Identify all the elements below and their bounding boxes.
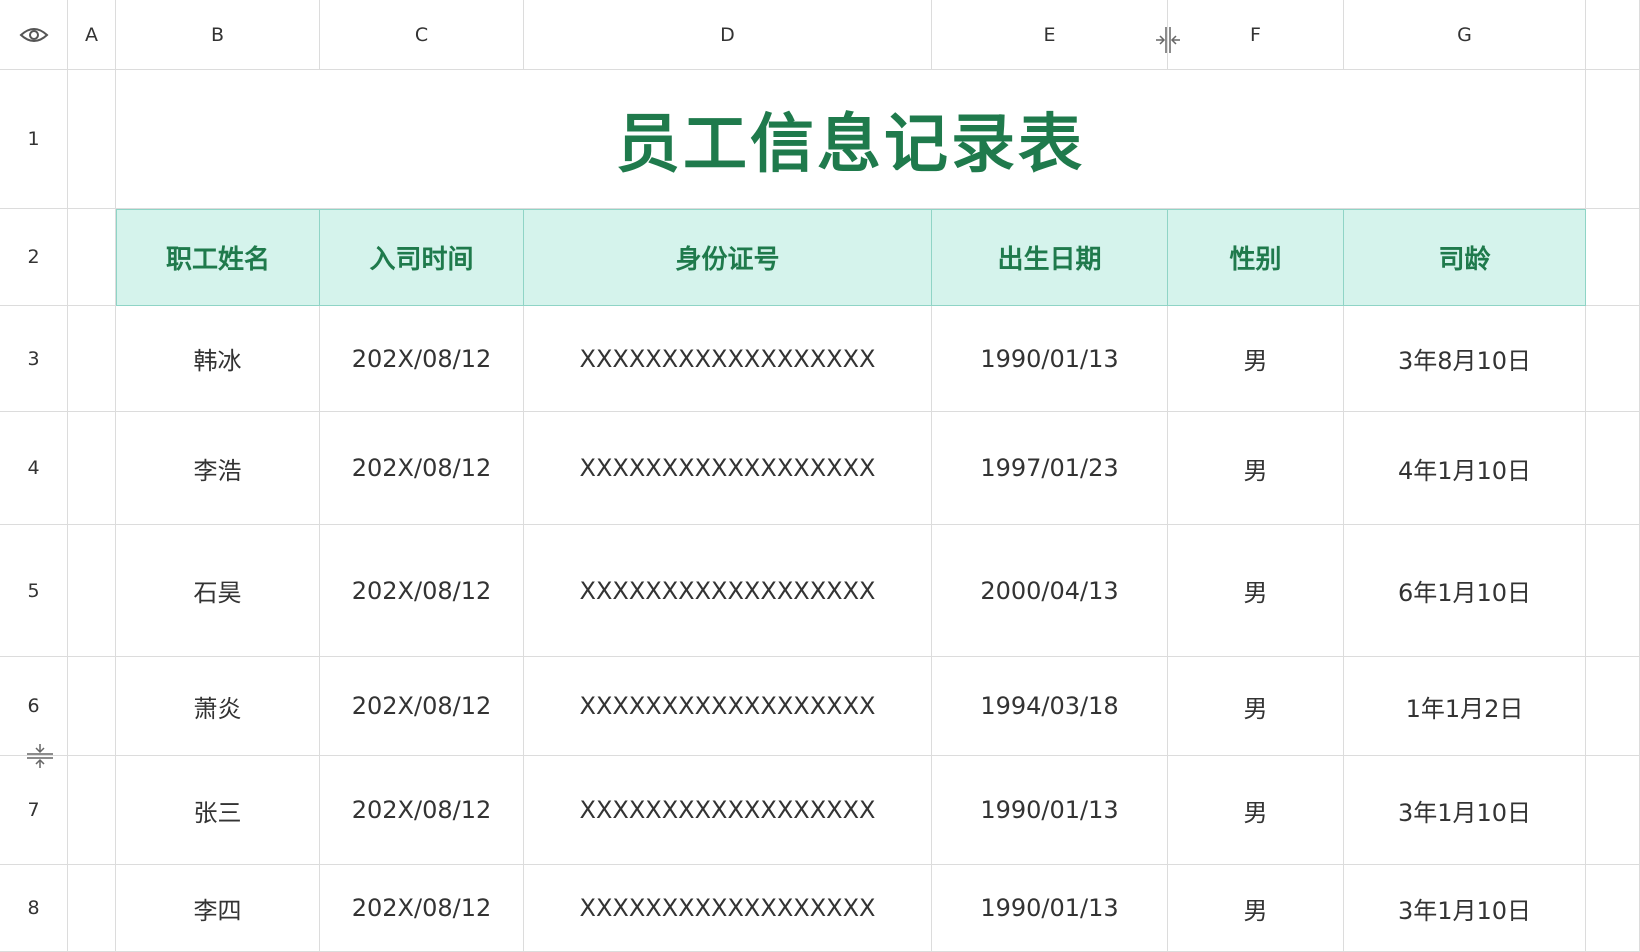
cell-gender[interactable]: 男	[1168, 525, 1344, 657]
cell-birth-date[interactable]: 1994/03/18	[932, 657, 1168, 756]
cell-birth-date[interactable]: 1997/01/23	[932, 412, 1168, 525]
cell-a8[interactable]	[68, 865, 116, 952]
cell-id-number[interactable]: XXXXXXXXXXXXXXXXXX	[524, 657, 932, 756]
cell-name[interactable]: 李浩	[116, 412, 320, 525]
cell-id-number[interactable]: XXXXXXXXXXXXXXXXXX	[524, 306, 932, 412]
cell-h8[interactable]	[1586, 865, 1640, 952]
cell-gender[interactable]: 男	[1168, 412, 1344, 525]
cell-a7[interactable]	[68, 756, 116, 865]
cell-name[interactable]: 萧炎	[116, 657, 320, 756]
row-header-3[interactable]: 3	[0, 306, 68, 412]
header-cell-birth-date[interactable]: 出生日期	[932, 209, 1168, 306]
sheet-title[interactable]: 员工信息记录表	[116, 70, 1586, 209]
row-header-2[interactable]: 2	[0, 209, 68, 306]
cell-tenure[interactable]: 4年1月10日	[1344, 412, 1586, 525]
spreadsheet-grid: A B C D E F G 1 2 3 4 5 6 7 8 员工信息记录表 职工…	[0, 0, 1640, 952]
cell-tenure[interactable]: 3年1月10日	[1344, 756, 1586, 865]
cell-tenure[interactable]: 3年1月10日	[1344, 865, 1586, 952]
header-cell-tenure[interactable]: 司龄	[1344, 209, 1586, 306]
cell-gender[interactable]: 男	[1168, 306, 1344, 412]
column-header-d[interactable]: D	[524, 0, 932, 70]
cell-h5[interactable]	[1586, 525, 1640, 657]
cell-tenure[interactable]: 1年1月2日	[1344, 657, 1586, 756]
column-resize-icon[interactable]	[1152, 24, 1184, 56]
row-resize-icon[interactable]	[24, 740, 56, 772]
cell-tenure[interactable]: 6年1月10日	[1344, 525, 1586, 657]
column-header-c[interactable]: C	[320, 0, 524, 70]
header-cell-gender[interactable]: 性别	[1168, 209, 1344, 306]
header-cell-join-date[interactable]: 入司时间	[320, 209, 524, 306]
cell-id-number[interactable]: XXXXXXXXXXXXXXXXXX	[524, 525, 932, 657]
cell-name[interactable]: 张三	[116, 756, 320, 865]
row-header-4[interactable]: 4	[0, 412, 68, 525]
cell-h1[interactable]	[1586, 70, 1640, 209]
cell-a1[interactable]	[68, 70, 116, 209]
cell-birth-date[interactable]: 1990/01/13	[932, 756, 1168, 865]
cell-birth-date[interactable]: 2000/04/13	[932, 525, 1168, 657]
cell-a6[interactable]	[68, 657, 116, 756]
cell-join-date[interactable]: 202X/08/12	[320, 306, 524, 412]
cell-h3[interactable]	[1586, 306, 1640, 412]
cell-join-date[interactable]: 202X/08/12	[320, 865, 524, 952]
cell-name[interactable]: 李四	[116, 865, 320, 952]
cell-h2[interactable]	[1586, 209, 1640, 306]
cell-birth-date[interactable]: 1990/01/13	[932, 865, 1168, 952]
row-header-5[interactable]: 5	[0, 525, 68, 657]
cell-id-number[interactable]: XXXXXXXXXXXXXXXXXX	[524, 412, 932, 525]
header-cell-name[interactable]: 职工姓名	[116, 209, 320, 306]
cell-id-number[interactable]: XXXXXXXXXXXXXXXXXX	[524, 756, 932, 865]
cell-name[interactable]: 韩冰	[116, 306, 320, 412]
cell-gender[interactable]: 男	[1168, 756, 1344, 865]
cell-join-date[interactable]: 202X/08/12	[320, 657, 524, 756]
column-header-f[interactable]: F	[1168, 0, 1344, 70]
header-cell-id-number[interactable]: 身份证号	[524, 209, 932, 306]
cell-tenure[interactable]: 3年8月10日	[1344, 306, 1586, 412]
column-header-e[interactable]: E	[932, 0, 1168, 70]
cell-birth-date[interactable]: 1990/01/13	[932, 306, 1168, 412]
column-header-a[interactable]: A	[68, 0, 116, 70]
cell-h7[interactable]	[1586, 756, 1640, 865]
row-header-1[interactable]: 1	[0, 70, 68, 209]
cell-h4[interactable]	[1586, 412, 1640, 525]
column-header-empty[interactable]	[1586, 0, 1640, 70]
cell-id-number[interactable]: XXXXXXXXXXXXXXXXXX	[524, 865, 932, 952]
eye-icon[interactable]	[19, 25, 49, 45]
cell-a5[interactable]	[68, 525, 116, 657]
cell-join-date[interactable]: 202X/08/12	[320, 525, 524, 657]
cell-a2[interactable]	[68, 209, 116, 306]
cell-name[interactable]: 石昊	[116, 525, 320, 657]
cell-gender[interactable]: 男	[1168, 657, 1344, 756]
column-header-g[interactable]: G	[1344, 0, 1586, 70]
row-header-7[interactable]: 7	[0, 756, 68, 865]
cell-h6[interactable]	[1586, 657, 1640, 756]
cell-join-date[interactable]: 202X/08/12	[320, 412, 524, 525]
cell-gender[interactable]: 男	[1168, 865, 1344, 952]
cell-a3[interactable]	[68, 306, 116, 412]
row-header-8[interactable]: 8	[0, 865, 68, 952]
column-header-b[interactable]: B	[116, 0, 320, 70]
cell-join-date[interactable]: 202X/08/12	[320, 756, 524, 865]
cell-a4[interactable]	[68, 412, 116, 525]
select-all-corner[interactable]	[0, 0, 68, 70]
